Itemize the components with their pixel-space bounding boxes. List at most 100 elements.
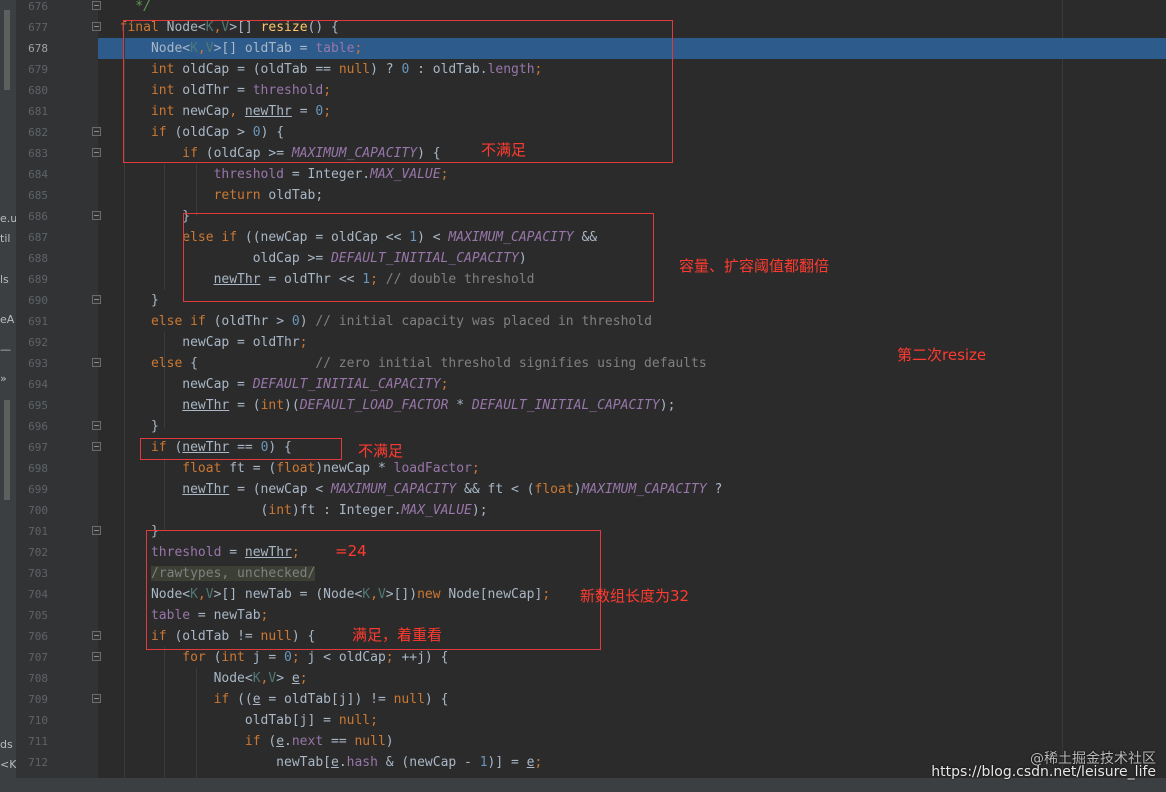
code-token: (oldThr > bbox=[213, 314, 292, 329]
code-text[interactable]: return oldTab; bbox=[104, 185, 324, 206]
fold-toggle-icon[interactable] bbox=[92, 694, 101, 703]
fold-toggle-icon[interactable] bbox=[92, 211, 101, 220]
code-token: Node< bbox=[104, 671, 253, 686]
annotation-not-satisfied: 不满足 bbox=[481, 141, 527, 159]
line-number: 690 bbox=[28, 294, 48, 307]
fold-toggle-icon[interactable] bbox=[92, 148, 101, 157]
code-text[interactable]: oldTab[j] = null; bbox=[104, 710, 378, 731]
line-number: 691 bbox=[28, 315, 48, 328]
code-token: e bbox=[526, 755, 535, 770]
annotation-capacity-doubled: 容量、扩容阈值都翻倍 bbox=[679, 257, 830, 275]
line-number: 683 bbox=[28, 147, 48, 160]
code-text[interactable]: else { // zero initial threshold signifi… bbox=[104, 353, 707, 374]
code-token: & (newCap - bbox=[377, 755, 480, 770]
code-line[interactable]: 711 if (e.next == null) bbox=[0, 731, 1166, 752]
code-token: null bbox=[393, 692, 425, 707]
line-number: 696 bbox=[28, 420, 48, 433]
code-token: ; bbox=[385, 650, 402, 665]
horizontal-scrollbar[interactable] bbox=[0, 778, 1166, 792]
code-line[interactable]: 691 else if (oldThr > 0) // initial capa… bbox=[0, 311, 1166, 332]
fold-toggle-icon[interactable] bbox=[92, 127, 101, 136]
code-line[interactable]: 693 else { // zero initial threshold sig… bbox=[0, 353, 1166, 374]
code-text[interactable]: newTab[e.hash & (newCap - 1)] = e; bbox=[104, 752, 542, 773]
line-number: 688 bbox=[28, 252, 48, 265]
code-line[interactable]: 692 newCap = oldThr; bbox=[0, 332, 1166, 353]
annotation-second-resize: 第二次resize bbox=[897, 346, 987, 364]
code-token: )] = bbox=[487, 755, 527, 770]
code-text[interactable]: } bbox=[104, 416, 159, 437]
code-token: else bbox=[104, 356, 191, 371]
code-token: MAX_VALUE bbox=[401, 503, 472, 518]
code-line[interactable]: 698 float ft = (float)newCap * loadFacto… bbox=[0, 458, 1166, 479]
code-token: ++j) { bbox=[401, 650, 449, 665]
code-token: j = bbox=[252, 650, 285, 665]
code-text[interactable]: } bbox=[104, 206, 190, 227]
code-token: ; bbox=[471, 461, 480, 476]
code-text[interactable]: newCap = DEFAULT_INITIAL_CAPACITY; bbox=[104, 374, 448, 395]
code-text[interactable]: } bbox=[104, 290, 159, 311]
code-token: // initial capacity was placed in thresh… bbox=[315, 314, 652, 329]
code-text[interactable]: for (int j = 0; j < oldCap; ++j) { bbox=[104, 647, 448, 668]
code-line[interactable]: 708 Node<K,V> e; bbox=[0, 668, 1166, 689]
line-number: 703 bbox=[28, 567, 48, 580]
code-text[interactable]: else if (oldThr > 0) // initial capacity… bbox=[104, 311, 652, 332]
code-token: ) { bbox=[424, 692, 449, 707]
code-line[interactable]: 696 } bbox=[0, 416, 1166, 437]
code-token: . bbox=[338, 755, 347, 770]
line-number: 685 bbox=[28, 189, 48, 202]
code-token: MAXIMUM_CAPACITY bbox=[581, 482, 707, 497]
fold-toggle-icon[interactable] bbox=[92, 295, 101, 304]
code-token: MAXIMUM_CAPACITY bbox=[331, 482, 457, 497]
code-text[interactable]: if ((e = oldTab[j]) != null) { bbox=[104, 689, 449, 710]
line-number: 695 bbox=[28, 399, 48, 412]
code-token: = (newCap < bbox=[229, 482, 331, 497]
code-line[interactable]: 694 newCap = DEFAULT_INITIAL_CAPACITY; bbox=[0, 374, 1166, 395]
fold-toggle-icon[interactable] bbox=[92, 1, 101, 10]
code-text[interactable]: if (e.next == null) bbox=[104, 731, 394, 752]
fold-toggle-icon[interactable] bbox=[92, 22, 101, 31]
code-token: ; bbox=[440, 377, 449, 392]
code-text[interactable]: newThr = (int)(DEFAULT_LOAD_FACTOR * DEF… bbox=[104, 395, 675, 416]
code-text[interactable]: (int)ft : Integer.MAX_VALUE); bbox=[104, 500, 488, 521]
code-line[interactable]: 700 (int)ft : Integer.MAX_VALUE); bbox=[0, 500, 1166, 521]
code-line[interactable]: 684 threshold = Integer.MAX_VALUE; bbox=[0, 164, 1166, 185]
code-token: DEFAULT_INITIAL_CAPACITY bbox=[471, 398, 660, 413]
code-token: oldTab; bbox=[268, 188, 324, 203]
code-token: ? bbox=[706, 482, 723, 497]
line-number: 702 bbox=[28, 546, 48, 559]
code-token: newCap = bbox=[104, 377, 253, 392]
code-token: )newCap * bbox=[315, 461, 394, 476]
code-token: ); bbox=[659, 398, 676, 413]
code-line[interactable]: 699 newThr = (newCap < MAXIMUM_CAPACITY … bbox=[0, 479, 1166, 500]
code-line[interactable]: 685 return oldTab; bbox=[0, 185, 1166, 206]
line-number: 681 bbox=[28, 105, 48, 118]
code-line[interactable]: 695 newThr = (int)(DEFAULT_LOAD_FACTOR *… bbox=[0, 395, 1166, 416]
code-text[interactable]: float ft = (float)newCap * loadFactor; bbox=[104, 458, 480, 479]
code-token: for bbox=[104, 650, 214, 665]
code-token: 0 bbox=[291, 314, 300, 329]
fold-toggle-icon[interactable] bbox=[92, 652, 101, 661]
code-text[interactable]: threshold = Integer.MAX_VALUE; bbox=[104, 164, 449, 185]
code-text[interactable]: */ bbox=[104, 0, 151, 17]
code-line[interactable]: 707 for (int j = 0; j < oldCap; ++j) { bbox=[0, 647, 1166, 668]
fold-toggle-icon[interactable] bbox=[92, 442, 101, 451]
line-number: 700 bbox=[28, 504, 48, 517]
fold-toggle-icon[interactable] bbox=[92, 421, 101, 430]
fold-toggle-icon[interactable] bbox=[92, 631, 101, 640]
code-token: */ bbox=[104, 0, 151, 14]
code-text[interactable]: newCap = oldThr; bbox=[104, 332, 307, 353]
code-token: } bbox=[104, 209, 191, 224]
code-line[interactable]: 676 */ bbox=[0, 0, 1166, 17]
code-token: ; bbox=[299, 671, 308, 686]
code-token: int bbox=[268, 503, 292, 518]
code-line[interactable]: 709 if ((e = oldTab[j]) != null) { bbox=[0, 689, 1166, 710]
code-text[interactable]: Node<K,V> e; bbox=[104, 668, 308, 689]
fold-toggle-icon[interactable] bbox=[92, 526, 101, 535]
line-number: 682 bbox=[28, 126, 48, 139]
code-token: 0 bbox=[284, 650, 292, 665]
code-line[interactable]: 710 oldTab[j] = null; bbox=[0, 710, 1166, 731]
code-text[interactable]: newThr = (newCap < MAXIMUM_CAPACITY && f… bbox=[104, 479, 722, 500]
code-token: K bbox=[252, 671, 261, 686]
fold-toggle-icon[interactable] bbox=[92, 358, 101, 367]
